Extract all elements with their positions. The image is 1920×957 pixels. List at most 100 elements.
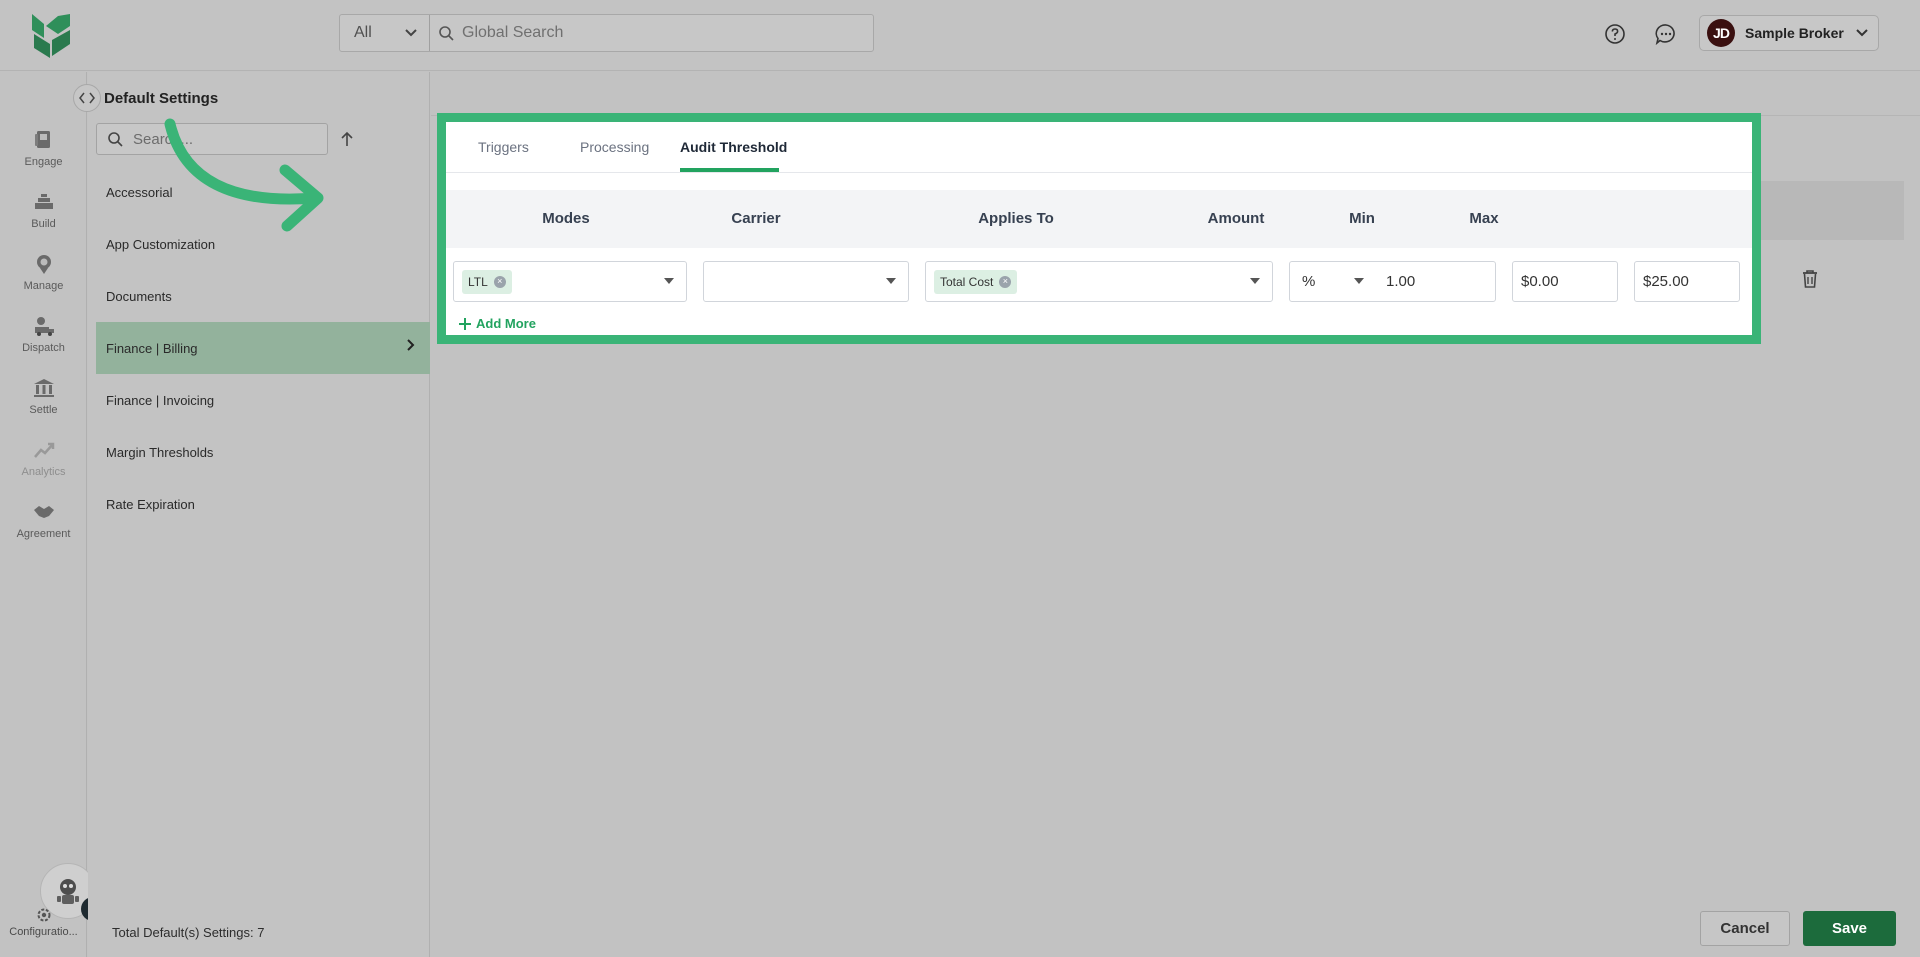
- column-header-modes: Modes: [542, 210, 590, 227]
- save-button[interactable]: Save: [1803, 911, 1896, 946]
- column-header-min: Min: [1349, 210, 1375, 227]
- nav-label: Configuratio...: [9, 926, 78, 938]
- global-search-input[interactable]: [462, 15, 873, 51]
- settings-panel: Default Settings Accessorial App Customi…: [88, 72, 430, 957]
- nav-item-engage[interactable]: Engage: [0, 128, 87, 168]
- modes-select[interactable]: LTL ×: [453, 261, 687, 302]
- applies-to-chip-label: Total Cost: [940, 274, 994, 289]
- setting-item-finance-billing[interactable]: Finance | Billing: [96, 322, 430, 374]
- add-more-label: Add More: [476, 316, 536, 331]
- table-header-strip: [1757, 181, 1904, 240]
- setting-item-finance-invoicing[interactable]: Finance | Invoicing: [96, 374, 430, 426]
- amount-unit-value: %: [1302, 273, 1316, 290]
- user-menu[interactable]: JD Sample Broker: [1699, 15, 1879, 51]
- setting-item-label: Accessorial: [106, 184, 173, 200]
- nav-item-configuration[interactable]: Configuratio...: [0, 906, 87, 938]
- setting-item-documents[interactable]: Documents: [96, 270, 430, 322]
- settings-search-input[interactable]: [133, 130, 293, 148]
- caret-down-icon: [1354, 278, 1364, 284]
- collapse-toggle-button[interactable]: [73, 84, 101, 112]
- help-icon[interactable]: [1603, 22, 1627, 46]
- nav-label: Dispatch: [22, 342, 65, 354]
- setting-item-app-customization[interactable]: App Customization: [96, 218, 430, 270]
- applies-to-select[interactable]: Total Cost ×: [925, 261, 1273, 302]
- caret-down-icon: [664, 278, 674, 284]
- setting-item-accessorial[interactable]: Accessorial: [96, 166, 430, 218]
- agreement-icon: [33, 506, 54, 518]
- plus-icon: [459, 317, 471, 330]
- tab-triggers[interactable]: Triggers: [478, 139, 529, 155]
- remove-chip-icon[interactable]: ×: [493, 275, 506, 288]
- nav-label: Manage: [23, 280, 64, 292]
- brand-logo[interactable]: [30, 10, 72, 60]
- trash-icon[interactable]: [1799, 268, 1821, 290]
- tab-processing[interactable]: Processing: [580, 139, 649, 155]
- carrier-select[interactable]: [703, 261, 909, 302]
- tab-audit-threshold[interactable]: Audit Threshold: [680, 139, 787, 155]
- setting-item-label: Margin Thresholds: [106, 444, 214, 460]
- amount-field: % 1.00: [1289, 261, 1496, 302]
- mode-chip: LTL ×: [462, 269, 512, 294]
- caret-down-icon: [886, 278, 896, 284]
- setting-item-rate-expiration[interactable]: Rate Expiration: [96, 478, 430, 530]
- column-header-applies-to: Applies To: [978, 210, 1054, 227]
- min-input[interactable]: $0.00: [1512, 261, 1618, 302]
- gear-icon: [37, 908, 50, 922]
- chevron-down-icon: [1856, 29, 1868, 37]
- caret-down-icon: [1250, 278, 1260, 284]
- mode-chip-label: LTL: [468, 274, 488, 289]
- column-header-amount: Amount: [1207, 210, 1265, 227]
- code-brackets-icon: [79, 92, 95, 104]
- nav-item-settle[interactable]: Settle: [0, 376, 87, 416]
- search-icon: [108, 132, 123, 147]
- max-input[interactable]: $25.00: [1634, 261, 1740, 302]
- user-name: Sample Broker: [1745, 25, 1844, 41]
- left-nav: Engage Build Manage Dispatch Settle Anal…: [0, 72, 111, 957]
- global-search: All: [339, 14, 874, 52]
- setting-item-label: Finance | Invoicing: [106, 392, 215, 408]
- tab-bar: Triggers Processing Audit Threshold: [446, 122, 1752, 173]
- nav-item-build[interactable]: Build: [0, 190, 87, 230]
- search-scope-label: All: [354, 24, 372, 41]
- sort-arrow-up-icon[interactable]: [336, 128, 358, 150]
- setting-item-label: Documents: [106, 288, 172, 304]
- dispatch-icon: [34, 317, 54, 336]
- nav-label: Analytics: [21, 466, 66, 478]
- remove-chip-icon[interactable]: ×: [999, 275, 1012, 288]
- table-header: Modes Carrier Applies To Amount Min Max: [446, 190, 1752, 248]
- nav-label: Agreement: [16, 528, 71, 540]
- chat-icon[interactable]: [1654, 22, 1678, 46]
- engage-icon: [34, 131, 50, 148]
- avatar: JD: [1707, 19, 1735, 47]
- manage-icon: [36, 255, 51, 274]
- applies-to-chip: Total Cost ×: [934, 269, 1018, 294]
- nav-label: Build: [31, 218, 56, 230]
- analytics-icon: [33, 442, 54, 458]
- chevron-down-icon: [405, 29, 417, 37]
- nav-item-analytics[interactable]: Analytics: [0, 438, 87, 478]
- amount-value-input[interactable]: 1.00: [1386, 273, 1415, 290]
- active-tab-indicator: [680, 168, 779, 172]
- panel-title: Default Settings: [104, 90, 219, 107]
- nav-label: Settle: [29, 404, 58, 416]
- nav-item-manage[interactable]: Manage: [0, 252, 87, 292]
- nav-label: Engage: [24, 156, 63, 168]
- column-header-max: Max: [1469, 210, 1499, 227]
- nav-item-agreement[interactable]: Agreement: [0, 500, 87, 540]
- settings-count: Total Default(s) Settings: 7: [112, 925, 265, 940]
- top-bar: All JD Sample Broker: [0, 0, 1920, 71]
- nav-item-dispatch[interactable]: Dispatch: [0, 314, 87, 354]
- amount-unit-select[interactable]: %: [1290, 262, 1386, 301]
- setting-item-margin-thresholds[interactable]: Margin Thresholds: [96, 426, 430, 478]
- chevron-right-icon: [407, 339, 415, 351]
- cancel-button[interactable]: Cancel: [1700, 911, 1790, 946]
- settings-search: [96, 123, 328, 155]
- setting-item-label: App Customization: [106, 236, 216, 252]
- audit-threshold-card: Triggers Processing Audit Threshold Mode…: [437, 113, 1761, 344]
- column-header-carrier: Carrier: [731, 210, 781, 227]
- search-scope-dropdown[interactable]: All: [340, 15, 430, 51]
- add-more-button[interactable]: Add More: [458, 316, 536, 331]
- settle-icon: [33, 379, 54, 397]
- search-icon: [430, 25, 462, 41]
- setting-item-label: Rate Expiration: [106, 496, 195, 512]
